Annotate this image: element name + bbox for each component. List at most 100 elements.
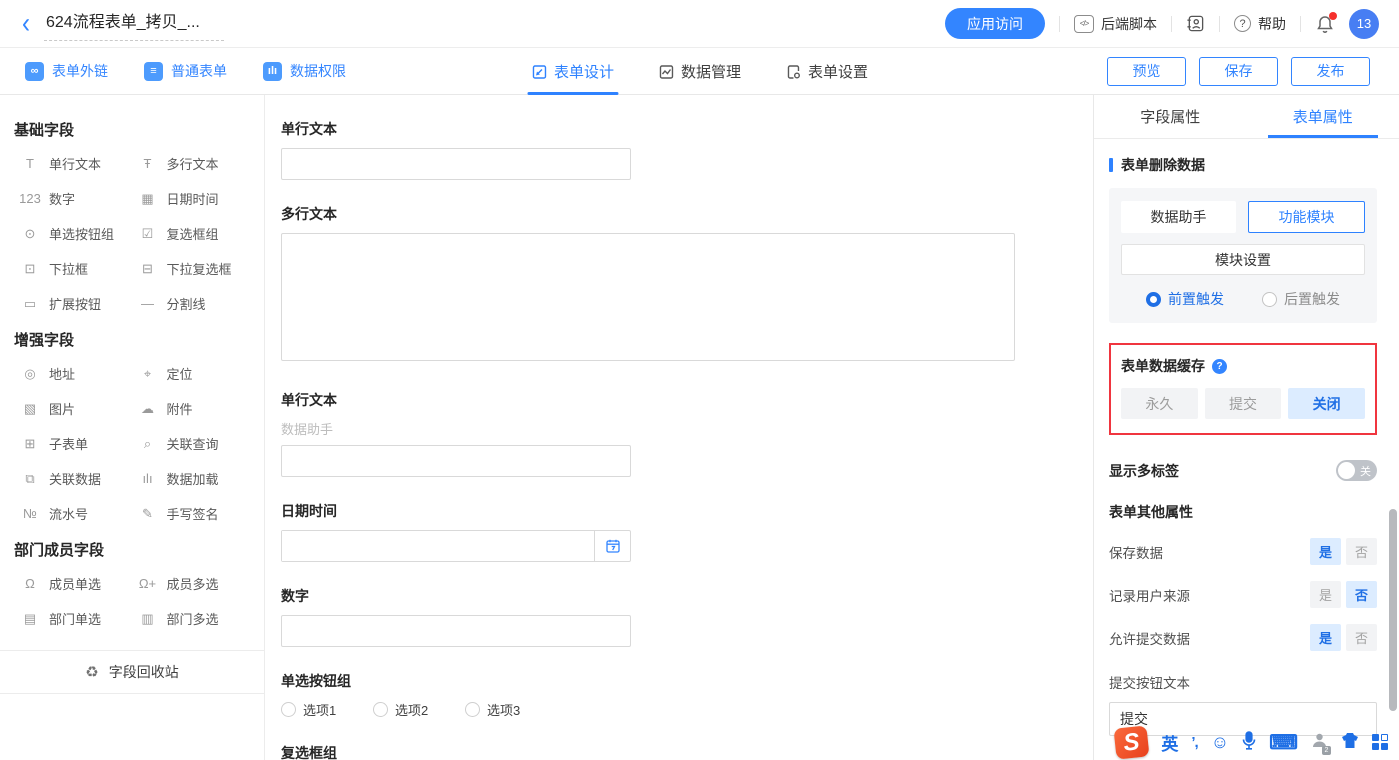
- canvas-field-checkbox-group[interactable]: 复选框组 选项1 选项2 选项3: [281, 743, 1077, 760]
- tab-field-properties[interactable]: 字段属性: [1094, 95, 1247, 138]
- tab-data-management[interactable]: 数据管理: [658, 48, 741, 95]
- help-button[interactable]: ? 帮助: [1234, 14, 1286, 34]
- cache-option-close[interactable]: 关闭: [1288, 388, 1365, 419]
- tab-form-settings[interactable]: 表单设置: [785, 48, 868, 95]
- bar-chart-icon: ılı: [263, 62, 282, 81]
- module-settings-button[interactable]: 模块设置: [1121, 244, 1365, 275]
- save-data-yes-button[interactable]: 是: [1310, 538, 1341, 565]
- app-access-button[interactable]: 应用访问: [945, 8, 1045, 39]
- skin-icon[interactable]: [1341, 732, 1359, 754]
- section-form-delete-data: 表单删除数据: [1109, 155, 1377, 175]
- canvas-field-datetime[interactable]: 日期时间: [281, 501, 1077, 562]
- palette-item-number[interactable]: 123数字: [19, 189, 137, 208]
- pre-trigger-radio[interactable]: 前置触发: [1146, 289, 1224, 309]
- ime-toolbox-icon[interactable]: [1372, 734, 1389, 751]
- notification-bell-icon[interactable]: [1315, 14, 1335, 34]
- radio-option-1[interactable]: 选项1: [281, 700, 343, 719]
- palette-item-dept-multi[interactable]: ▥部门多选: [137, 609, 255, 628]
- single-line-text-input-2[interactable]: [281, 445, 631, 477]
- palette-item-attachment[interactable]: ☁附件: [137, 399, 255, 418]
- backend-script-button[interactable]: </> 后端脚本: [1074, 14, 1157, 34]
- radio-option-3[interactable]: 选项3: [465, 700, 527, 719]
- palette-item-address[interactable]: ◎地址: [19, 364, 137, 383]
- microphone-icon[interactable]: [1242, 731, 1256, 755]
- record-user-source-yes-button[interactable]: 是: [1310, 581, 1341, 608]
- palette-item-dept-single[interactable]: ▤部门单选: [19, 609, 137, 628]
- canvas-field-multi-line-text[interactable]: 多行文本: [281, 204, 1077, 366]
- dept-multi-icon: ▥: [137, 611, 159, 627]
- data-permission-button[interactable]: ılı 数据权限: [263, 61, 346, 81]
- extend-button-icon: ▭: [19, 296, 41, 312]
- palette-item-serial-number[interactable]: №流水号: [19, 504, 137, 523]
- address-icon: ◎: [19, 366, 41, 382]
- palette-item-member-multi[interactable]: Ω+成员多选: [137, 574, 255, 593]
- normal-form-button[interactable]: ≡ 普通表单: [144, 61, 227, 81]
- data-helper-sublabel: 数据助手: [281, 419, 1077, 438]
- properties-panel: 字段属性 表单属性 表单删除数据 数据助手 功能模块 模块设置 前置触发 后置触…: [1093, 95, 1399, 760]
- multi-line-text-input[interactable]: [281, 233, 1015, 361]
- dept-single-icon: ▤: [19, 611, 41, 627]
- palette-item-select[interactable]: ⊡下拉框: [19, 259, 137, 278]
- record-user-source-no-button[interactable]: 否: [1346, 581, 1377, 608]
- field-recycle-bin-button[interactable]: ♻ 字段回收站: [0, 650, 264, 694]
- ime-language-toggle[interactable]: 英: [1161, 730, 1178, 755]
- canvas-field-single-line-text[interactable]: 单行文本: [281, 119, 1077, 180]
- top-bar: ‹ 624流程表单_拷贝_... 应用访问 </> 后端脚本 ? 帮助: [0, 0, 1399, 48]
- datetime-input[interactable]: [282, 531, 594, 561]
- palette-item-member-single[interactable]: Ω成员单选: [19, 574, 137, 593]
- function-module-button[interactable]: 功能模块: [1248, 201, 1365, 233]
- single-line-text-icon: T: [19, 156, 41, 171]
- post-trigger-radio[interactable]: 后置触发: [1262, 289, 1340, 309]
- form-title[interactable]: 624流程表单_拷贝_...: [44, 6, 224, 41]
- allow-submit-no-button[interactable]: 否: [1346, 624, 1377, 651]
- palette-item-linked-query[interactable]: ⌕关联查询: [137, 434, 255, 453]
- publish-button[interactable]: 发布: [1291, 57, 1370, 86]
- canvas-field-single-line-text-2[interactable]: 单行文本 数据助手: [281, 390, 1077, 477]
- multi-tab-toggle[interactable]: 关: [1336, 460, 1377, 481]
- form-design-canvas[interactable]: 单行文本 多行文本 单行文本 数据助手 日期时间: [265, 95, 1093, 760]
- tab-form-design[interactable]: 表单设计: [531, 48, 614, 95]
- panel-scrollbar[interactable]: [1389, 509, 1397, 711]
- cache-option-submit[interactable]: 提交: [1205, 388, 1282, 419]
- number-input[interactable]: [281, 615, 631, 647]
- palette-item-checkbox-group[interactable]: ☑复选框组: [137, 224, 255, 243]
- preview-button[interactable]: 预览: [1107, 57, 1186, 86]
- palette-item-data-load[interactable]: ılı数据加载: [137, 469, 255, 488]
- ime-account-icon[interactable]: 2: [1311, 732, 1328, 754]
- palette-item-radio-group[interactable]: ⊙单选按钮组: [19, 224, 137, 243]
- help-icon[interactable]: ?: [1212, 359, 1227, 374]
- single-line-text-input[interactable]: [281, 148, 631, 180]
- palette-item-signature[interactable]: ✎手写签名: [137, 504, 255, 523]
- contact-book-icon[interactable]: [1186, 14, 1205, 33]
- back-icon[interactable]: ‹: [22, 12, 30, 36]
- palette-item-single-line-text[interactable]: T单行文本: [19, 154, 137, 173]
- palette-item-image[interactable]: ▧图片: [19, 399, 137, 418]
- keyboard-icon[interactable]: ⌨: [1269, 730, 1298, 755]
- calendar-icon[interactable]: [594, 531, 630, 561]
- emoji-icon[interactable]: ☺: [1211, 732, 1229, 753]
- radio-option-2[interactable]: 选项2: [373, 700, 435, 719]
- data-helper-button[interactable]: 数据助手: [1121, 201, 1236, 233]
- avatar[interactable]: 13: [1349, 9, 1379, 39]
- divider: [1059, 16, 1060, 32]
- multi-tab-label: 显示多标签: [1109, 461, 1179, 481]
- palette-item-divider-line[interactable]: —分割线: [137, 294, 255, 313]
- palette-item-multi-line-text[interactable]: Ŧ多行文本: [137, 154, 255, 173]
- palette-item-location[interactable]: ⌖定位: [137, 364, 255, 383]
- ime-punctuation-toggle[interactable]: ’,: [1191, 734, 1197, 751]
- palette-item-extend-button[interactable]: ▭扩展按钮: [19, 294, 137, 313]
- palette-item-subform[interactable]: ⊞子表单: [19, 434, 137, 453]
- tab-form-properties[interactable]: 表单属性: [1247, 95, 1399, 138]
- palette-item-multi-select[interactable]: ⊟下拉复选框: [137, 259, 255, 278]
- canvas-field-number[interactable]: 数字: [281, 586, 1077, 647]
- palette-item-datetime[interactable]: ▦日期时间: [137, 189, 255, 208]
- cache-option-permanent[interactable]: 永久: [1121, 388, 1198, 419]
- divider-line-icon: —: [137, 296, 159, 311]
- canvas-field-radio-group[interactable]: 单选按钮组 选项1 选项2 选项3: [281, 671, 1077, 719]
- palette-item-linked-data[interactable]: ⧉关联数据: [19, 469, 137, 488]
- form-external-link-button[interactable]: ∞ 表单外链: [25, 61, 108, 81]
- save-data-no-button[interactable]: 否: [1346, 538, 1377, 565]
- allow-submit-yes-button[interactable]: 是: [1310, 624, 1341, 651]
- save-button[interactable]: 保存: [1199, 57, 1278, 86]
- sogou-logo-icon[interactable]: S: [1114, 725, 1150, 759]
